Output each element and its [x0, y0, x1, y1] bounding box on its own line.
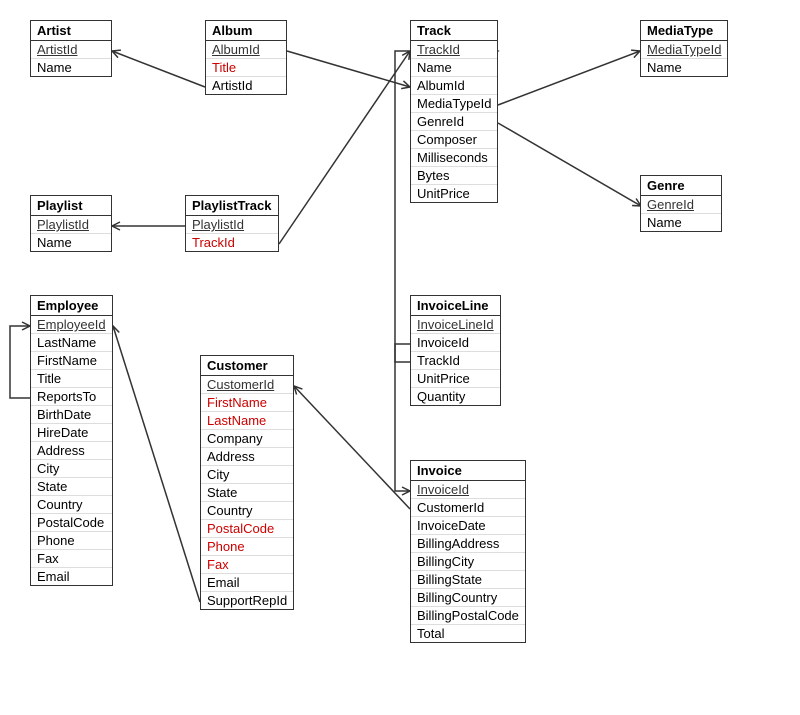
field-invoiceline-unitprice: UnitPrice — [411, 370, 500, 388]
field-genre-genreid: GenreId — [641, 196, 721, 214]
field-invoice-billingaddress: BillingAddress — [411, 535, 525, 553]
field-employee-reportsto: ReportsTo — [31, 388, 112, 406]
field-employee-country: Country — [31, 496, 112, 514]
field-employee-phone: Phone — [31, 532, 112, 550]
field-invoiceline-invoiceid: InvoiceId — [411, 334, 500, 352]
field-genre-name: Name — [641, 214, 721, 231]
field-customer-fax: Fax — [201, 556, 293, 574]
field-invoice-billingcity: BillingCity — [411, 553, 525, 571]
field-playlist-name: Name — [31, 234, 111, 251]
field-employee-hiredate: HireDate — [31, 424, 112, 442]
field-customer-city: City — [201, 466, 293, 484]
field-invoiceline-invoicelineid: InvoiceLineId — [411, 316, 500, 334]
table-artist: ArtistArtistIdName — [30, 20, 112, 77]
field-invoiceline-quantity: Quantity — [411, 388, 500, 405]
field-employee-birthdate: BirthDate — [31, 406, 112, 424]
field-track-composer: Composer — [411, 131, 497, 149]
field-customer-supportrepid: SupportRepId — [201, 592, 293, 609]
table-playlisttrack: PlaylistTrackPlaylistIdTrackId — [185, 195, 279, 252]
field-employee-city: City — [31, 460, 112, 478]
table-title-playlisttrack: PlaylistTrack — [186, 196, 278, 216]
field-employee-address: Address — [31, 442, 112, 460]
field-album-albumid: AlbumId — [206, 41, 286, 59]
table-title-invoiceline: InvoiceLine — [411, 296, 500, 316]
field-album-artistid: ArtistId — [206, 77, 286, 94]
table-genre: GenreGenreIdName — [640, 175, 722, 232]
field-employee-title: Title — [31, 370, 112, 388]
field-customer-country: Country — [201, 502, 293, 520]
table-title-mediatype: MediaType — [641, 21, 727, 41]
field-customer-postalcode: PostalCode — [201, 520, 293, 538]
field-artist-artistid: ArtistId — [31, 41, 111, 59]
table-customer: CustomerCustomerIdFirstNameLastNameCompa… — [200, 355, 294, 610]
table-title-artist: Artist — [31, 21, 111, 41]
field-employee-lastname: LastName — [31, 334, 112, 352]
field-invoice-invoiceid: InvoiceId — [411, 481, 525, 499]
table-mediatype: MediaTypeMediaTypeIdName — [640, 20, 728, 77]
field-track-genreid: GenreId — [411, 113, 497, 131]
field-employee-employeeid: EmployeeId — [31, 316, 112, 334]
field-employee-email: Email — [31, 568, 112, 585]
field-customer-firstname: FirstName — [201, 394, 293, 412]
table-title-playlist: Playlist — [31, 196, 111, 216]
table-invoice: InvoiceInvoiceIdCustomerIdInvoiceDateBil… — [410, 460, 526, 643]
field-customer-phone: Phone — [201, 538, 293, 556]
field-invoice-billingstate: BillingState — [411, 571, 525, 589]
field-invoice-total: Total — [411, 625, 525, 642]
field-track-milliseconds: Milliseconds — [411, 149, 497, 167]
field-customer-email: Email — [201, 574, 293, 592]
table-album: AlbumAlbumIdTitleArtistId — [205, 20, 287, 95]
field-playlisttrack-playlistid: PlaylistId — [186, 216, 278, 234]
table-title-genre: Genre — [641, 176, 721, 196]
field-track-mediatypeid: MediaTypeId — [411, 95, 497, 113]
field-track-albumid: AlbumId — [411, 77, 497, 95]
table-title-customer: Customer — [201, 356, 293, 376]
field-track-unitprice: UnitPrice — [411, 185, 497, 202]
field-customer-state: State — [201, 484, 293, 502]
field-mediatype-name: Name — [641, 59, 727, 76]
table-title-invoice: Invoice — [411, 461, 525, 481]
erd-diagram: ArtistArtistIdNameAlbumAlbumIdTitleArtis… — [0, 0, 800, 715]
field-track-trackid: TrackId — [411, 41, 497, 59]
table-title-track: Track — [411, 21, 497, 41]
field-customer-customerid: CustomerId — [201, 376, 293, 394]
field-invoice-invoicedate: InvoiceDate — [411, 517, 525, 535]
field-mediatype-mediatypeid: MediaTypeId — [641, 41, 727, 59]
field-playlist-playlistid: PlaylistId — [31, 216, 111, 234]
field-employee-firstname: FirstName — [31, 352, 112, 370]
table-invoiceline: InvoiceLineInvoiceLineIdInvoiceIdTrackId… — [410, 295, 501, 406]
field-invoice-billingcountry: BillingCountry — [411, 589, 525, 607]
table-employee: EmployeeEmployeeIdLastNameFirstNameTitle… — [30, 295, 113, 586]
table-track: TrackTrackIdNameAlbumIdMediaTypeIdGenreI… — [410, 20, 498, 203]
field-track-bytes: Bytes — [411, 167, 497, 185]
field-invoice-billingpostalcode: BillingPostalCode — [411, 607, 525, 625]
field-employee-fax: Fax — [31, 550, 112, 568]
table-title-employee: Employee — [31, 296, 112, 316]
field-playlisttrack-trackid: TrackId — [186, 234, 278, 251]
field-customer-address: Address — [201, 448, 293, 466]
field-employee-state: State — [31, 478, 112, 496]
field-track-name: Name — [411, 59, 497, 77]
field-customer-company: Company — [201, 430, 293, 448]
table-title-album: Album — [206, 21, 286, 41]
field-employee-postalcode: PostalCode — [31, 514, 112, 532]
field-customer-lastname: LastName — [201, 412, 293, 430]
field-invoiceline-trackid: TrackId — [411, 352, 500, 370]
field-invoice-customerid: CustomerId — [411, 499, 525, 517]
field-album-title: Title — [206, 59, 286, 77]
field-artist-name: Name — [31, 59, 111, 76]
table-playlist: PlaylistPlaylistIdName — [30, 195, 112, 252]
